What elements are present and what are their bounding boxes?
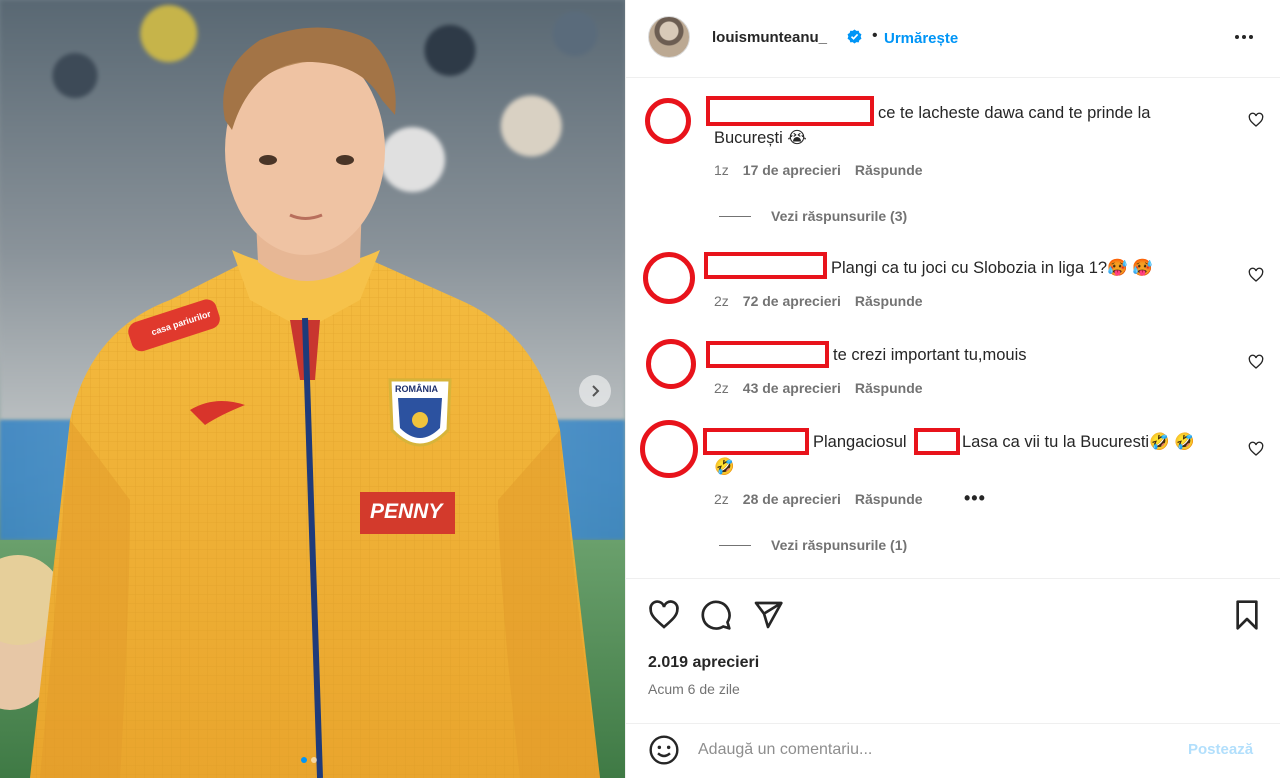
comment-likes[interactable]: 72 de aprecieri (743, 293, 841, 309)
comment-like-heart-icon[interactable] (1248, 112, 1264, 128)
comment-text: te crezi important tu,mouis (833, 346, 1027, 364)
commenter-avatar-redacted[interactable] (643, 252, 695, 304)
reply-button[interactable]: Răspunde (855, 380, 923, 396)
share-send-icon[interactable] (752, 599, 784, 631)
commenter-name-redacted[interactable] (703, 428, 809, 455)
view-replies-line (719, 215, 751, 217)
comment-likes[interactable]: 43 de aprecieri (743, 380, 841, 396)
save-bookmark-icon[interactable] (1231, 599, 1263, 631)
view-replies-label: Vezi răspunsurile (3) (771, 208, 908, 224)
post-actions: 2.019 aprecieri Acum 6 de zile (626, 578, 1280, 723)
comment-like-heart-icon[interactable] (1248, 441, 1264, 457)
comment-time[interactable]: 2z (714, 491, 729, 507)
comment-bubble-icon[interactable] (700, 599, 732, 631)
comment-text-continued: 🤣 (714, 458, 735, 476)
carousel-dots (301, 757, 317, 763)
comment-more-options[interactable]: ••• (964, 488, 986, 509)
post-header: louismunteanu_ • Urmărește (626, 0, 1280, 78)
comment-input[interactable] (698, 738, 1168, 762)
view-replies-button[interactable]: Vezi răspunsurile (1) (719, 537, 907, 553)
emoji-icon[interactable] (648, 734, 680, 766)
comment-time[interactable]: 2z (714, 380, 729, 396)
comment-meta: 2z 72 de aprecieri Răspunde (714, 293, 923, 309)
comment-text: Plangaciosul (813, 433, 907, 451)
follow-button[interactable]: Urmărește (884, 30, 958, 47)
verified-badge-icon (847, 29, 862, 44)
post-comment-button[interactable]: Postează (1188, 741, 1253, 758)
more-options-icon[interactable] (1232, 27, 1256, 47)
comment-time[interactable]: 2z (714, 293, 729, 309)
commenter-avatar-redacted[interactable] (645, 98, 691, 144)
comment-like-heart-icon[interactable] (1248, 267, 1264, 283)
comment-text: Plangi ca tu joci cu Slobozia in liga 1?… (831, 259, 1153, 277)
comment-composer: Postează (626, 723, 1280, 778)
view-replies-line (719, 544, 751, 546)
header-separator: • (872, 27, 878, 44)
like-heart-icon[interactable] (648, 599, 680, 631)
reply-button[interactable]: Răspunde (855, 162, 923, 178)
comment-meta: 2z 43 de aprecieri Răspunde (714, 380, 923, 396)
crest-text: ROMÂNIA (395, 384, 438, 394)
post-like-count[interactable]: 2.019 aprecieri (648, 654, 759, 672)
carousel-dot-active (301, 757, 307, 763)
commenter-name-redacted[interactable] (706, 341, 829, 368)
commenter-name-redacted[interactable] (706, 96, 874, 126)
author-avatar[interactable] (648, 16, 690, 58)
comment-meta: 2z 28 de aprecieri Răspunde (714, 491, 923, 507)
commenter-name-redacted[interactable] (704, 252, 827, 279)
comment-time[interactable]: 1z (714, 162, 729, 178)
comment-meta: 1z 17 de aprecieri Răspunde (714, 162, 923, 178)
sponsor-text: PENNY (370, 500, 443, 523)
carousel-next-button[interactable] (579, 375, 611, 407)
post-side-panel: louismunteanu_ • Urmărește ce te lachest… (625, 0, 1280, 778)
comment-text-continued: Lasa ca vii tu la Bucuresti🤣 🤣 (962, 433, 1195, 451)
commenter-avatar-redacted[interactable] (646, 339, 696, 389)
reply-button[interactable]: Răspunde (855, 293, 923, 309)
comment-like-heart-icon[interactable] (1248, 354, 1264, 370)
comment-likes[interactable]: 17 de aprecieri (743, 162, 841, 178)
comment-likes[interactable]: 28 de aprecieri (743, 491, 841, 507)
reply-button[interactable]: Răspunde (855, 491, 923, 507)
view-replies-label: Vezi răspunsurile (1) (771, 537, 908, 553)
post-timestamp[interactable]: Acum 6 de zile (648, 681, 740, 697)
author-username[interactable]: louismunteanu_ (712, 29, 827, 46)
chevron-right-icon (592, 385, 600, 397)
comment-text: ce te lacheste dawa cand te prinde la (878, 104, 1151, 122)
view-replies-button[interactable]: Vezi răspunsurile (3) (719, 208, 907, 224)
mentioned-user-redacted[interactable] (914, 428, 960, 455)
commenter-avatar-redacted[interactable] (640, 420, 698, 478)
player-figure (0, 27, 600, 778)
carousel-dot (311, 757, 317, 763)
post-photo[interactable]: ROMÂNIA PENNY casa pariurilor (0, 0, 625, 778)
comment-text-continued: București 😭 (714, 129, 807, 147)
